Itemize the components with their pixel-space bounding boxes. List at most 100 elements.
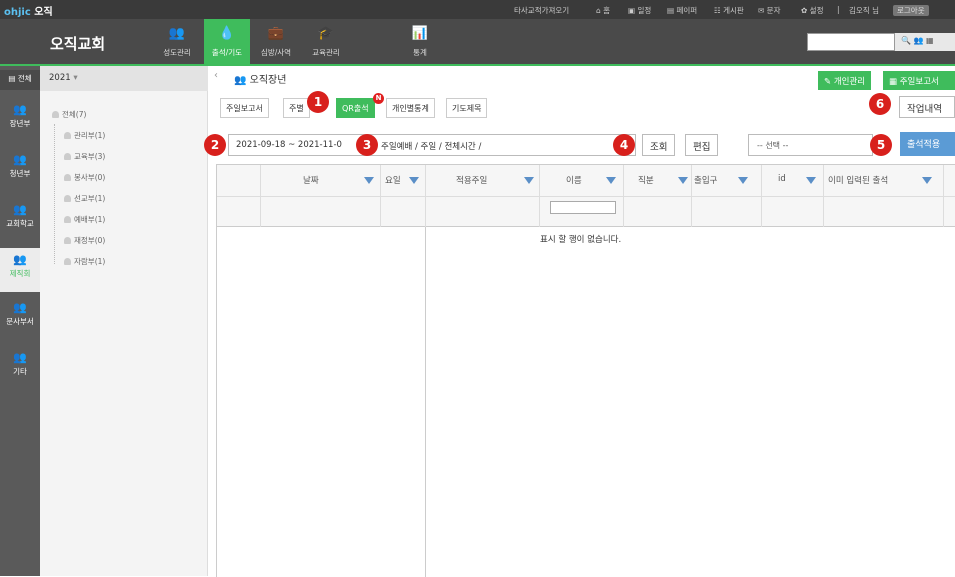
filter-icon[interactable]	[922, 177, 932, 184]
grid-filter-row-line	[216, 196, 955, 197]
user-name: 김오직 님	[849, 6, 879, 15]
leftnav-item-deacon[interactable]: 👥 제직회	[0, 248, 40, 292]
marker-4: 4	[613, 134, 635, 156]
group-tree-panel: 2021 ▾ 전체(7) 관리부(1) 교육부(3) 봉사부(0) 선교부(1)…	[40, 66, 208, 576]
edit-button[interactable]: 편집	[685, 134, 719, 156]
col-header: 날짜	[303, 176, 319, 186]
chevron-down-icon: ▾	[73, 73, 78, 83]
filter-icon[interactable]	[409, 177, 419, 184]
leftnav-item-dept[interactable]: 👥 문사부서	[0, 302, 40, 338]
name-filter-input[interactable]	[550, 201, 616, 214]
weekly-report-button[interactable]: ▦ 주일보고서	[883, 71, 955, 90]
people-icon: 👥	[168, 26, 186, 41]
col-header: 이름	[566, 176, 582, 186]
people-icon: 👥	[13, 153, 27, 166]
search-button[interactable]: 조회	[642, 134, 676, 156]
nav-members[interactable]: 👥 성도관리	[154, 19, 200, 64]
left-nav: ▤ 전체 👥 장년부 👥 청년부 👥 교회학교 👥 제직회 👥 문사부서 👥 기…	[0, 66, 40, 576]
grid-icon: ▦	[889, 77, 898, 87]
message-link[interactable]: ✉ 문자	[758, 5, 780, 16]
grid-header: 날짜 요일 적용주일 이름 직분 출입구 id 이미 입력된 출석	[216, 165, 955, 227]
marker-2: 2	[204, 134, 226, 156]
filter-text[interactable]: 주일예배 / 주일 / 전체시간 /	[381, 140, 481, 152]
filter-icon[interactable]	[606, 177, 616, 184]
page-title: 👥 오직장년	[234, 75, 287, 86]
nav-attendance[interactable]: 💧 출석/기도	[204, 19, 250, 64]
new-badge: N	[373, 93, 384, 104]
tree-item[interactable]: 선교부(1)	[64, 193, 105, 204]
tab-weekly[interactable]: 주별	[283, 98, 310, 118]
filter-bar[interactable]: 2021-09-18 ~ 2021-11-0 주일예배 / 주일 / 전체시간 …	[228, 134, 636, 156]
bar-chart-icon: 📊	[411, 26, 429, 41]
apply-attendance-button[interactable]: 출석적용	[900, 132, 955, 156]
search-input[interactable]	[807, 33, 895, 51]
filter-icon[interactable]	[678, 177, 688, 184]
import-link[interactable]: 타사교적가져오기	[514, 5, 569, 16]
tab-prayer[interactable]: 기도제목	[446, 98, 488, 118]
logo[interactable]: ohjic 오직	[4, 3, 53, 18]
work-history-button[interactable]: 작업내역	[899, 96, 955, 118]
filter-icon[interactable]	[524, 177, 534, 184]
marker-1: 1	[307, 91, 329, 113]
col-header: id	[778, 174, 786, 184]
col-header: 출입구	[694, 176, 718, 186]
logout-button[interactable]: 로그아웃	[893, 5, 929, 16]
settings-link[interactable]: ✿ 설정	[801, 5, 823, 16]
leftnav-item-adult[interactable]: 👥 장년부	[0, 104, 40, 140]
grid-icon[interactable]: ▦	[926, 36, 934, 45]
marker-5: 5	[870, 134, 892, 156]
people-icon: 👥	[13, 103, 27, 116]
tree-item[interactable]: 자람부(1)	[64, 256, 105, 267]
tab-personal-stats[interactable]: 개인별통계	[386, 98, 435, 118]
people-icon: 👥	[13, 203, 27, 216]
people-icon: 👥	[13, 301, 27, 314]
nav-visit[interactable]: 💼 심방/사역	[253, 19, 299, 64]
tree-item[interactable]: 재정부(0)	[64, 235, 105, 246]
divider: |	[837, 5, 840, 14]
leftnav-item-youth[interactable]: 👥 청년부	[0, 154, 40, 190]
people-search-icon[interactable]: 👥	[914, 36, 924, 45]
nav-education[interactable]: 🎓 교육관리	[303, 19, 349, 64]
marker-6: 6	[869, 93, 891, 115]
all-label: ▤ 전체	[8, 74, 32, 83]
personal-manage-button[interactable]: ✎ 개인관리	[818, 71, 872, 90]
tree-item[interactable]: 예배부(1)	[64, 214, 105, 225]
col-header: 직분	[638, 176, 654, 186]
attendance-select[interactable]: -- 선택 --	[748, 134, 873, 156]
paper-link[interactable]: ▤ 페이퍼	[667, 5, 697, 16]
marker-3: 3	[356, 134, 378, 156]
nav-stats[interactable]: 📊 통계	[397, 19, 443, 64]
year-select[interactable]: 2021 ▾	[40, 66, 208, 91]
collapse-icon[interactable]: ‹	[214, 70, 218, 81]
leftnav-item-etc[interactable]: 👥 기타	[0, 352, 40, 388]
attendance-grid: 날짜 요일 적용주일 이름 직분 출입구 id 이미 입력된 출석 표시 할 행…	[216, 164, 955, 577]
filter-icon[interactable]	[806, 177, 816, 184]
col-header: 이미 입력된 출석	[828, 176, 889, 186]
people-icon: 👥	[13, 351, 27, 364]
board-link[interactable]: ☷ 게시판	[714, 5, 744, 16]
search-icon[interactable]: 🔍	[901, 36, 911, 45]
home-link[interactable]: ⌂ 홈	[596, 5, 610, 16]
pencil-icon: ✎	[824, 77, 832, 87]
tab-qr-attendance[interactable]: QR출석	[336, 98, 375, 118]
date-range[interactable]: 2021-09-18 ~ 2021-11-0	[236, 140, 342, 150]
church-name: 오직교회	[50, 35, 106, 53]
briefcase-icon: 💼	[267, 26, 285, 41]
tree-item[interactable]: 관리부(1)	[64, 130, 105, 141]
tree-root[interactable]: 전체(7)	[52, 109, 86, 120]
graduation-cap-icon: 🎓	[317, 26, 335, 41]
people-icon: 👥	[13, 253, 27, 266]
tree-line	[54, 124, 55, 264]
tree-item[interactable]: 교육부(3)	[64, 151, 105, 162]
leftnav-item-school[interactable]: 👥 교회학교	[0, 204, 40, 240]
drop-icon: 💧	[218, 26, 236, 41]
leftnav-all[interactable]: ▤ 전체	[0, 70, 40, 90]
col-header: 요일	[385, 176, 401, 186]
tab-weekly-report[interactable]: 주일보고서	[220, 98, 269, 118]
col-header: 적용주일	[456, 176, 488, 186]
calendar-link[interactable]: ▣ 일정	[628, 5, 651, 16]
tree-item[interactable]: 봉사부(0)	[64, 172, 105, 183]
list-icon: ▤	[8, 74, 16, 83]
filter-icon[interactable]	[738, 177, 748, 184]
filter-icon[interactable]	[364, 177, 374, 184]
